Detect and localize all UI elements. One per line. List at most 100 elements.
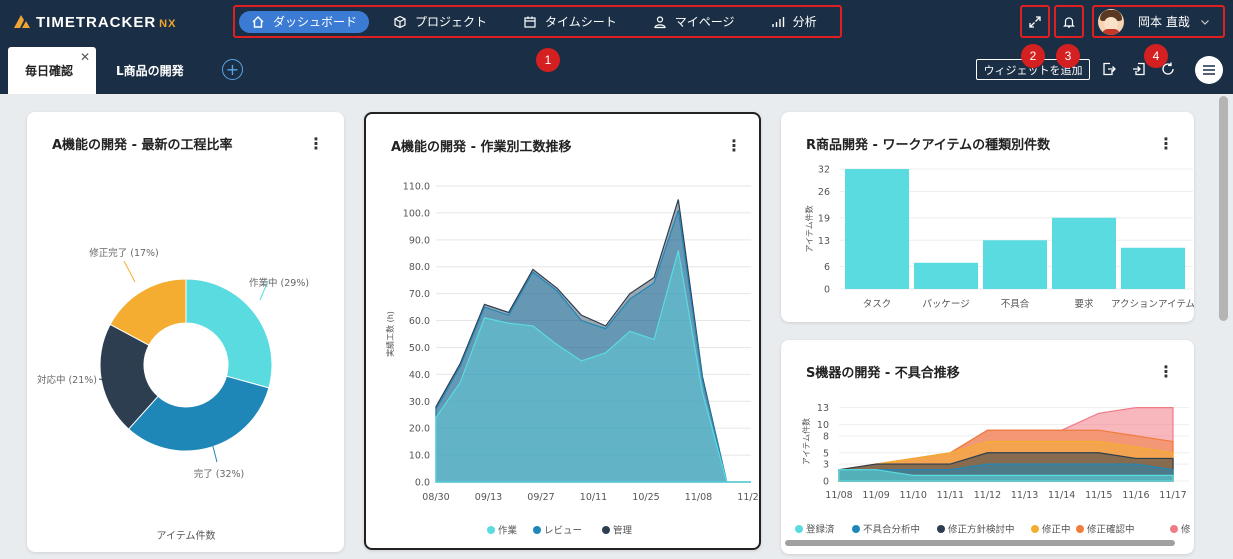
x-tick-label: 08/30 — [422, 492, 449, 503]
widget-donut-chart[interactable]: A機能の開発 - 最新の工程比率 ⋮ 作業中 (29%) 完了 (32%) 対応中 … — [27, 112, 344, 552]
y-axis-label: アイテム件数 — [804, 205, 814, 252]
x-tick-label: タスク — [863, 299, 892, 310]
y-axis-label: アイテム件数 — [801, 418, 811, 465]
y-tick-label: 3 — [823, 460, 829, 471]
logo-suffix: NX — [159, 18, 177, 30]
y-tick-label: 0 — [824, 285, 830, 296]
widget-effort-chart[interactable]: A機能の開発 - 作業別工数推移 ⋮ 0.0 10.0 20.0 30.0 40.0 50… — [364, 112, 761, 550]
legend-label: 登録済 — [806, 524, 835, 536]
y-tick-label: 90.0 — [409, 235, 430, 246]
nav-item-mypage[interactable]: マイページ — [641, 11, 747, 33]
nav-label: タイムシート — [545, 15, 617, 29]
pie-slice-label: 完了 (32%) — [194, 468, 245, 480]
expand-icon — [1029, 15, 1041, 28]
legend-marker — [1031, 525, 1039, 533]
pie-footer-label: アイテム件数 — [157, 529, 216, 542]
legend-label: 作業 — [498, 525, 518, 537]
logo-icon — [14, 15, 30, 28]
widget-bar-chart[interactable]: R商品開発 - ワークアイテムの種類別件数 ⋮ 0 6 13 19 26 32 アイテム件数… — [781, 112, 1194, 322]
app-logo[interactable]: TIMETRACKER NX — [12, 11, 176, 33]
x-tick-label: 不具合 — [1001, 298, 1030, 310]
x-tick-label: 11/15 — [1085, 490, 1112, 501]
y-tick-label: 60.0 — [409, 316, 430, 327]
close-icon[interactable]: ✕ — [80, 50, 90, 64]
nav-label: マイページ — [674, 15, 735, 29]
x-tick-label: 要求 — [1074, 298, 1094, 310]
vertical-scrollbar[interactable] — [1219, 96, 1228, 321]
avatar — [1098, 8, 1124, 35]
annotation-badge-1: 1 — [536, 48, 560, 72]
chevron-down-icon — [1200, 19, 1209, 25]
widget-defect-chart[interactable]: S機器の開発 - 不具合推移 ⋮ 0 3 5 8 10 13 アイテム件数 11/08 11/0… — [781, 340, 1194, 554]
tab-l-product[interactable]: L商品の開発 — [116, 47, 184, 94]
fullscreen-button[interactable] — [1020, 5, 1050, 38]
legend-label: 修正方針検討中 — [948, 524, 1015, 536]
bar — [1121, 247, 1185, 289]
y-tick-label: 13 — [818, 236, 830, 247]
x-tick-label: 11/17 — [1159, 490, 1186, 501]
legend-marker — [852, 525, 860, 533]
y-tick-label: 6 — [824, 262, 830, 273]
menu-button[interactable] — [1195, 56, 1223, 84]
x-tick-label: 11/10 — [900, 490, 927, 501]
legend-label: 修正中 — [1042, 524, 1071, 536]
work-item-bar-chart: 0 6 13 19 26 32 アイテム件数タスク パッケージ 不具合 要求 アクションアイテム — [804, 165, 1194, 311]
x-tick-label: 11/16 — [1122, 490, 1149, 501]
x-tick-label: 11/08 — [825, 490, 852, 501]
plus-icon: + — [225, 59, 240, 79]
x-tick-label: 09/27 — [527, 492, 554, 503]
cube-icon — [394, 15, 406, 28]
user-name: 岡本 直哉 — [1138, 15, 1190, 29]
bell-icon — [1063, 16, 1075, 28]
legend-marker — [1076, 525, 1084, 533]
user-menu[interactable]: 岡本 直哉 — [1092, 5, 1225, 38]
nav-item-analysis[interactable]: 分析 — [759, 11, 829, 33]
legend-label: 修 — [1181, 524, 1191, 536]
annotation-badge-4: 4 — [1144, 44, 1168, 68]
x-tick-label: 11/09 — [862, 490, 889, 501]
x-tick-label: アクションアイテム — [1111, 299, 1194, 310]
x-tick-label: パッケージ — [922, 299, 969, 310]
x-tick-label: 11/12 — [974, 490, 1001, 501]
export-icon[interactable] — [1101, 61, 1117, 77]
y-tick-label: 0.0 — [415, 478, 430, 489]
main-nav: ダッシュボード プロジェクト タイムシート マイページ 分析 — [233, 5, 842, 38]
bar — [914, 262, 978, 289]
x-tick-label: 11/14 — [1048, 490, 1075, 501]
annotation-badge-3: 3 — [1056, 44, 1080, 68]
legend-marker — [937, 525, 945, 533]
y-tick-label: 70.0 — [409, 289, 430, 300]
pie-slice-label: 作業中 (29%) — [249, 277, 309, 289]
legend-marker — [1170, 525, 1178, 533]
x-tick-label: 11/08 — [685, 492, 712, 503]
add-tab-button[interactable]: + — [222, 59, 243, 80]
y-tick-label: 30.0 — [409, 397, 430, 408]
hamburger-icon — [1203, 65, 1215, 75]
nav-item-dashboard[interactable]: ダッシュボード — [239, 10, 370, 33]
import-icon[interactable] — [1131, 61, 1147, 77]
donut-chart: 作業中 (29%) 完了 (32%) 対応中 (21%) 修正完了 (17%) アイテム… — [37, 247, 309, 542]
y-tick-label: 13 — [817, 403, 829, 414]
nav-label: 分析 — [792, 15, 817, 29]
nav-item-timesheet[interactable]: タイムシート — [511, 11, 629, 33]
x-tick-label: 11/11 — [937, 490, 964, 501]
horizontal-scrollbar[interactable] — [785, 540, 1175, 546]
tab-daily-check[interactable]: 毎日確認 ✕ — [8, 47, 96, 94]
bar — [845, 169, 909, 289]
tab-label: L商品の開発 — [116, 64, 184, 78]
legend-marker — [602, 526, 610, 534]
bar — [1052, 217, 1116, 289]
x-tick-label: 10/11 — [580, 492, 607, 503]
top-bar: TIMETRACKER NX ダッシュボード プロジェクト タイムシート マイペ… — [0, 0, 1233, 43]
y-tick-label: 5 — [823, 448, 829, 459]
y-tick-label: 0 — [823, 477, 829, 488]
nav-item-project[interactable]: プロジェクト — [381, 11, 499, 33]
pie-leader-line — [123, 260, 136, 283]
y-tick-label: 8 — [823, 431, 829, 442]
y-tick-label: 10 — [817, 420, 829, 431]
notifications-button[interactable] — [1054, 5, 1084, 38]
y-tick-label: 26 — [818, 187, 830, 198]
pie-slice — [185, 278, 273, 389]
y-tick-label: 80.0 — [409, 262, 430, 273]
bar — [983, 240, 1047, 289]
